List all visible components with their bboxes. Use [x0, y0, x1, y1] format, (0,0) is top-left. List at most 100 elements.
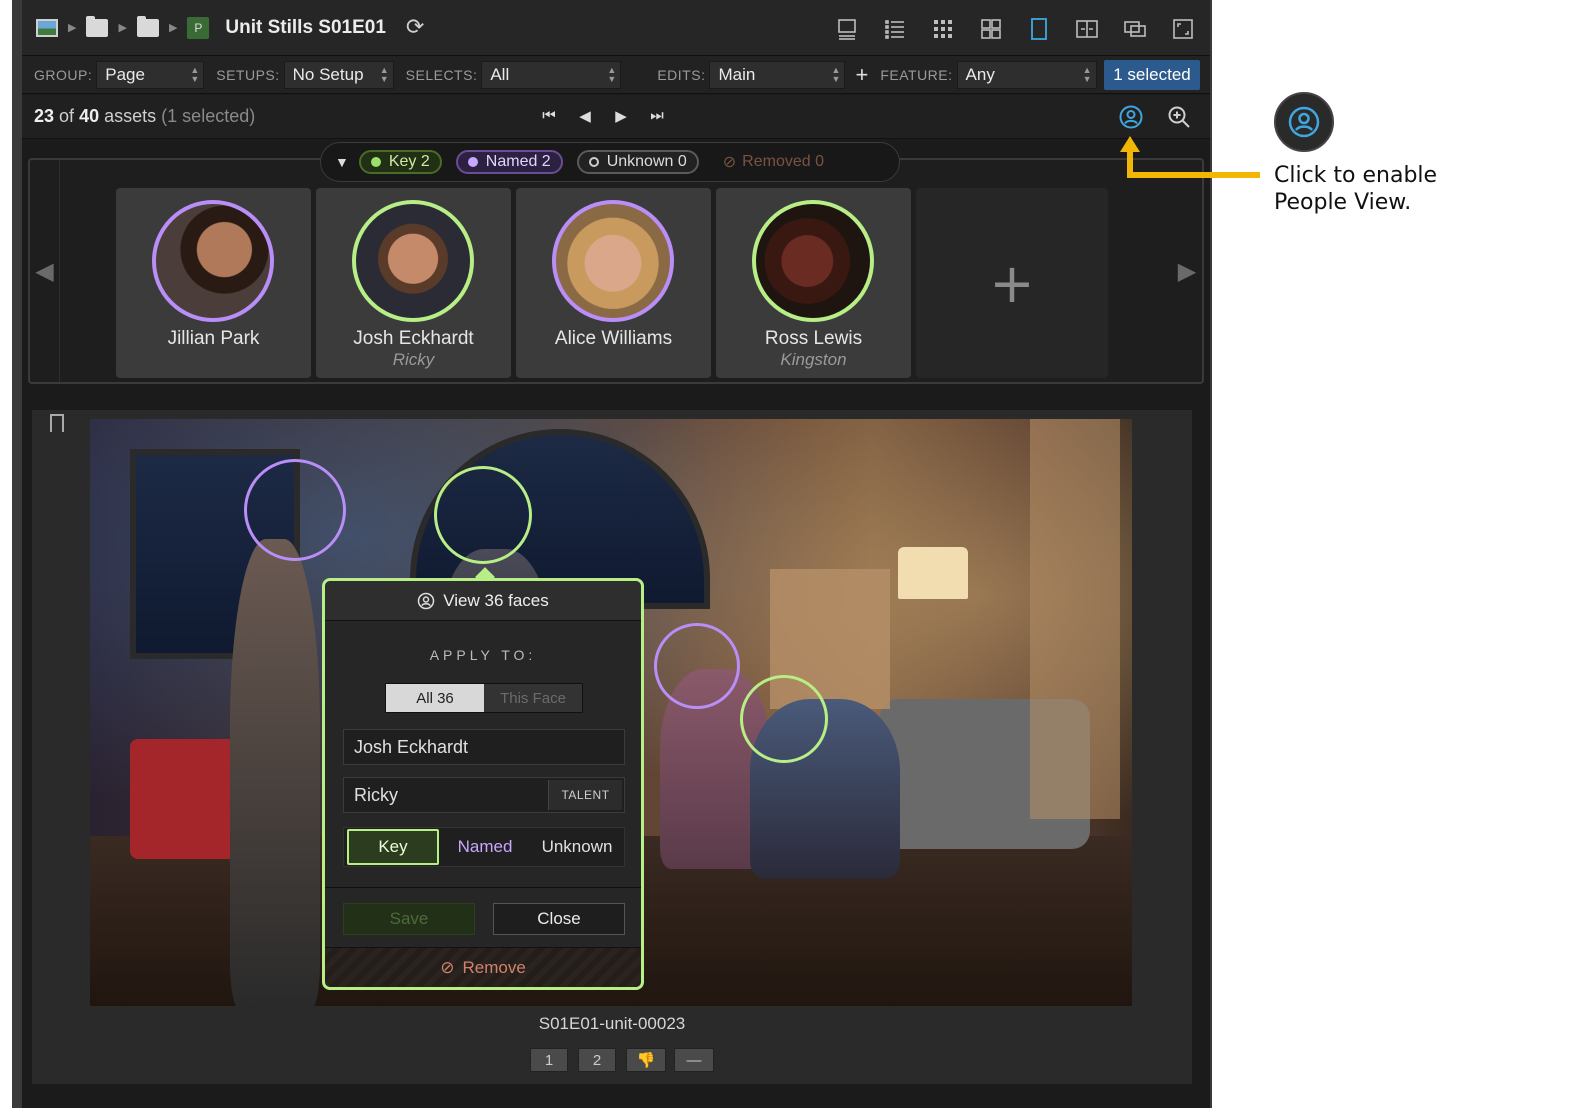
callout-arrow-line	[1130, 172, 1260, 178]
close-button[interactable]: Close	[493, 903, 625, 935]
named-dot-icon	[467, 157, 478, 167]
project-badge[interactable]: P	[187, 16, 210, 39]
face-marker-jillian[interactable]	[244, 459, 346, 561]
face-marker-josh[interactable]	[434, 466, 532, 564]
asset-count-of: of	[59, 106, 75, 126]
overlay-view-icon[interactable]	[1122, 16, 1148, 42]
role-field[interactable]: Ricky TALENT	[343, 777, 625, 813]
person-name: Jillian Park	[167, 328, 260, 349]
last-asset-icon[interactable]: ⏭	[650, 107, 664, 125]
zoom-in-icon[interactable]	[1166, 104, 1192, 130]
person-card-ross-lewis[interactable]: Ross Lewis Kingston	[716, 188, 911, 378]
callout-text: Click to enable People View.	[1274, 162, 1437, 216]
selects-select[interactable]: All ▲ ▼	[481, 60, 622, 89]
add-edit-button[interactable]: +	[855, 62, 868, 88]
fullscreen-icon[interactable]	[1170, 16, 1196, 42]
view-faces-label: View 36 faces	[443, 590, 549, 610]
filter-chip-named[interactable]: Named 2	[455, 150, 563, 174]
next-asset-icon[interactable]: ▶	[614, 107, 628, 125]
role-value: Ricky	[354, 784, 398, 805]
floor-lamp	[898, 547, 968, 599]
people-strip: ◀ ▶ Jillian Park Josh Eckhardt Ricky Ali…	[28, 158, 1204, 384]
type-key-option[interactable]: Key	[347, 829, 439, 865]
select-arrows-icon: ▲ ▼	[190, 64, 200, 84]
unknown-circle-icon	[588, 157, 599, 167]
filter-chip-unknown[interactable]: Unknown 0	[576, 150, 699, 174]
folder-icon[interactable]	[136, 15, 159, 37]
refresh-icon[interactable]: ⟳	[406, 15, 424, 40]
list-view-icon[interactable]	[882, 16, 908, 42]
apply-this-face-option[interactable]: This Face	[484, 684, 582, 712]
remove-label: Remove	[462, 957, 526, 977]
person-face-thumbnail	[352, 200, 474, 322]
compare-view-icon[interactable]	[1074, 16, 1100, 42]
chevron-right-icon: ▶	[118, 21, 127, 34]
list-detail-view-icon[interactable]	[834, 16, 860, 42]
chevron-right-icon: ▶	[68, 21, 77, 34]
type-unknown-option[interactable]: Unknown	[531, 837, 623, 857]
scroll-left-icon[interactable]: ◀	[30, 160, 60, 382]
save-button[interactable]: Save	[343, 903, 475, 935]
bookmark-icon[interactable]	[50, 414, 64, 432]
asset-count-assets: assets	[104, 106, 157, 126]
collapse-people-icon[interactable]: ▼	[335, 154, 349, 170]
large-grid-view-icon[interactable]	[978, 16, 1004, 42]
remove-button[interactable]: ⊘ Remove	[325, 947, 641, 987]
select-arrows-icon: ▲ ▼	[1082, 64, 1092, 84]
asset-count-shown: 23	[34, 106, 55, 126]
image-icon[interactable]	[36, 18, 58, 37]
people-view-toggle-icon[interactable]	[1118, 104, 1144, 130]
callout-line-2: People View.	[1274, 190, 1412, 215]
select-arrows-icon: ▲ ▼	[379, 64, 389, 84]
view-faces-header[interactable]: View 36 faces	[325, 581, 641, 621]
selects-label: SELECTS:	[405, 66, 478, 83]
thumbs-down-icon[interactable]: 👎	[626, 1048, 666, 1072]
wall-ladder	[1030, 419, 1120, 819]
view-mode-toolbar	[834, 16, 1196, 42]
clear-rating-button[interactable]: —	[674, 1048, 714, 1072]
person-face-thumbnail	[752, 200, 874, 322]
edits-select[interactable]: Main ▲ ▼	[709, 60, 846, 89]
feature-select[interactable]: Any ▲ ▼	[956, 60, 1097, 89]
select-arrows-icon: ▲ ▼	[831, 64, 841, 84]
group-select[interactable]: Page ▲ ▼	[96, 60, 205, 89]
chip-key-label: Key 2	[388, 153, 430, 170]
edits-value: Main	[718, 64, 756, 84]
person-circle-icon	[417, 592, 435, 609]
folder-icon[interactable]	[86, 15, 109, 37]
type-named-option[interactable]: Named	[439, 837, 531, 857]
small-grid-view-icon[interactable]	[930, 16, 956, 42]
rating-1-button[interactable]: 1	[530, 1048, 568, 1072]
asset-nav-bar: 23 of 40 assets (1 selected) ⏮ ◀ ▶ ⏭	[22, 95, 1210, 139]
person-name: Ross Lewis	[764, 328, 863, 349]
add-person-button[interactable]: +	[916, 188, 1108, 378]
scroll-right-icon[interactable]: ▶	[1172, 160, 1202, 382]
person-card-josh-eckhardt[interactable]: Josh Eckhardt Ricky	[316, 188, 511, 378]
apply-all-option[interactable]: All 36	[386, 684, 484, 712]
filter-chip-key[interactable]: Key 2	[358, 150, 442, 174]
setups-value: No Setup	[292, 64, 364, 84]
face-type-segment: Key Named Unknown	[343, 827, 625, 867]
rating-2-button[interactable]: 2	[578, 1048, 616, 1072]
talent-button[interactable]: TALENT	[548, 780, 622, 810]
woman-standing	[230, 539, 320, 1006]
selects-value: All	[490, 64, 510, 84]
person-card-alice-williams[interactable]: Alice Williams	[516, 188, 711, 378]
face-marker-ross[interactable]	[740, 675, 828, 763]
person-card-jillian-park[interactable]: Jillian Park	[116, 188, 311, 378]
selected-count-button[interactable]: 1 selected	[1104, 60, 1200, 90]
person-name: Alice Williams	[554, 328, 673, 349]
face-marker-alice[interactable]	[654, 623, 740, 709]
prohibited-icon: ⊘	[722, 154, 737, 171]
chip-unknown-label: Unknown 0	[606, 153, 687, 170]
single-view-icon[interactable]	[1026, 16, 1052, 42]
setups-select[interactable]: No Setup ▲ ▼	[283, 60, 394, 89]
first-asset-icon[interactable]: ⏮	[542, 107, 556, 125]
previous-asset-icon[interactable]: ◀	[578, 107, 592, 125]
face-edit-popover: View 36 faces APPLY TO: All 36 This Face…	[322, 578, 644, 990]
person-name-field[interactable]: Josh Eckhardt	[343, 729, 625, 765]
filter-chip-removed[interactable]: ⊘ Removed 0	[713, 150, 834, 174]
asset-count-selected: (1 selected)	[161, 106, 256, 126]
group-value: Page	[105, 64, 145, 84]
apply-to-label: APPLY TO:	[429, 647, 537, 663]
